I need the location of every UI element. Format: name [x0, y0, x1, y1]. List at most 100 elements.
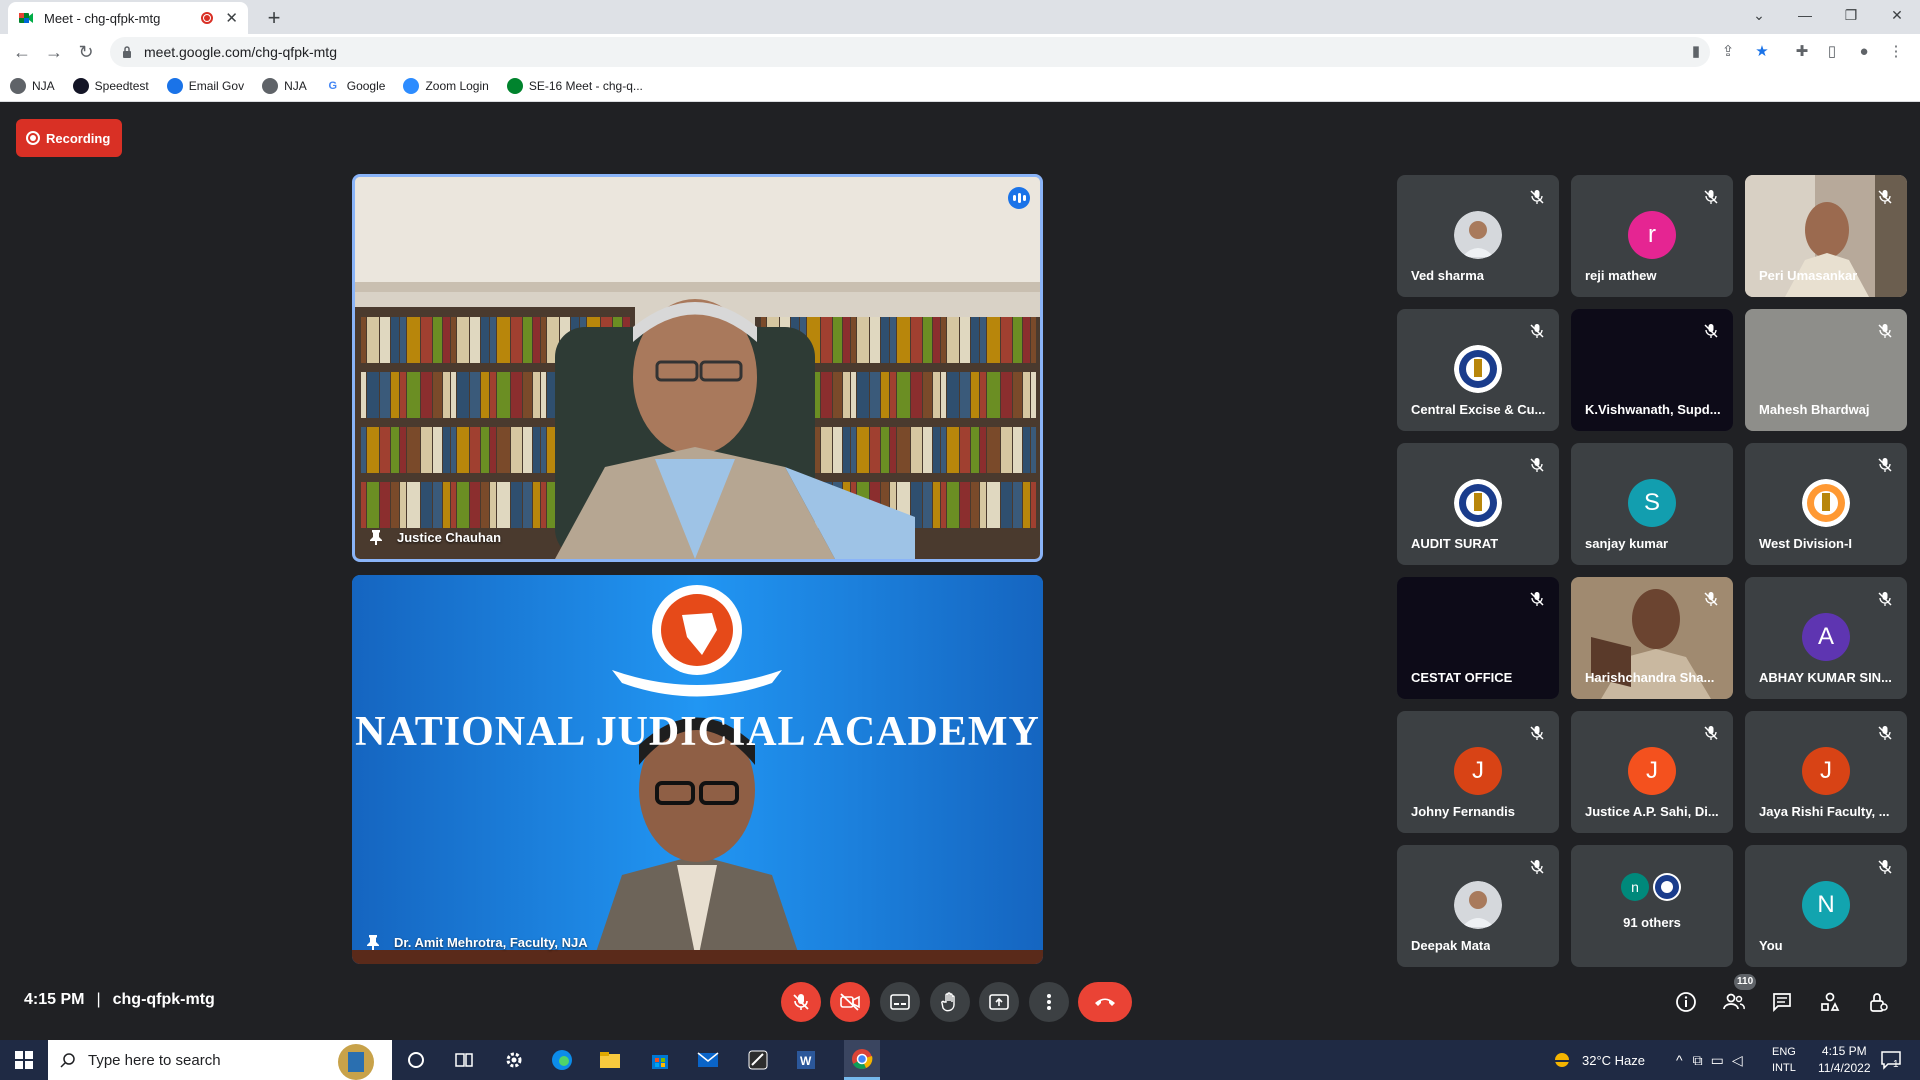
bookmark-item[interactable]: NJA [10, 77, 55, 94]
camera-off-button[interactable] [830, 982, 870, 1022]
participant-tile[interactable]: Deepak Mata [1397, 845, 1559, 967]
meet-favicon-icon [19, 13, 33, 23]
side-panel-icon[interactable]: ▯ [1822, 42, 1842, 62]
more-options-button[interactable] [1029, 982, 1069, 1022]
bookmark-item[interactable]: Email Gov [166, 77, 244, 94]
extensions-icon[interactable]: ✚ [1792, 42, 1812, 62]
chevron-up-icon[interactable]: ^ [1676, 1052, 1683, 1068]
mic-muted-icon [1529, 591, 1545, 607]
participant-tile[interactable]: J Justice A.P. Sahi, Di... [1571, 711, 1733, 833]
mail-icon[interactable] [696, 1048, 720, 1072]
sketch-app-icon[interactable] [746, 1048, 770, 1072]
network-icon[interactable]: ▭ [1711, 1052, 1724, 1069]
participant-tile[interactable]: Ssanjay kumar [1571, 443, 1733, 565]
chat-button[interactable] [1768, 988, 1796, 1016]
meet-tray-icon[interactable]: ⧉ [1693, 1052, 1703, 1069]
participant-name: Johny Fernandis [1411, 804, 1516, 819]
people-button[interactable] [1720, 988, 1748, 1016]
task-view-icon[interactable] [452, 1048, 476, 1072]
mic-muted-icon [1877, 591, 1893, 607]
forward-arrow-icon[interactable]: → [40, 38, 68, 66]
meeting-info-button[interactable] [1672, 988, 1700, 1016]
participant-tile[interactable]: r reji mathew [1571, 175, 1733, 297]
weather-text: 32°C Haze [1582, 1052, 1646, 1068]
participant-tile[interactable]: J Johny Fernandis [1397, 711, 1559, 833]
windows-start-icon[interactable] [12, 1048, 36, 1072]
restore-button[interactable]: ❐ [1828, 0, 1874, 30]
file-explorer-icon[interactable] [598, 1048, 622, 1072]
tab-search-icon[interactable]: ⌄ [1736, 0, 1782, 30]
reload-icon[interactable]: ↻ [72, 38, 100, 66]
clock-date: 11/4/2022 [1818, 1061, 1871, 1075]
haze-weather-icon [1555, 1053, 1569, 1067]
settings-gear-icon[interactable] [502, 1048, 526, 1072]
bookmark-star-icon[interactable]: ★ [1752, 42, 1772, 62]
participant-tile[interactable]: K.Vishwanath, Supd... [1571, 309, 1733, 431]
bookmark-item[interactable]: Speedtest [72, 77, 149, 94]
participant-name: Jaya Rishi Faculty, ... [1759, 804, 1890, 819]
share-icon[interactable]: ⇪ [1718, 42, 1738, 62]
mic-muted-icon [1529, 189, 1545, 205]
participant-tile[interactable]: AUDIT SURAT [1397, 443, 1559, 565]
participant-tile[interactable]: West Division-I [1745, 443, 1907, 565]
letter-avatar: n [1621, 873, 1649, 901]
participant-tile[interactable]: Harishchandra Sha... [1571, 577, 1733, 699]
weather-widget[interactable]: 32°C Haze [1552, 1040, 1645, 1080]
participant-tile[interactable]: J Jaya Rishi Faculty, ... [1745, 711, 1907, 833]
camera-blocked-icon[interactable]: ▮ [1686, 42, 1706, 62]
clock[interactable]: 4:15 PM 11/4/2022 [1818, 1040, 1871, 1080]
bookmark-item[interactable]: Zoom Login [403, 77, 489, 94]
notification-center[interactable]: 1 [1880, 1040, 1901, 1080]
participant-tile[interactable]: A ABHAY KUMAR SIN... [1745, 577, 1907, 699]
host-controls-button[interactable] [1864, 988, 1892, 1016]
mic-muted-icon [1703, 591, 1719, 607]
mic-muted-icon [1529, 323, 1545, 339]
participant-tile[interactable]: CESTAT OFFICE [1397, 577, 1559, 699]
back-arrow-icon[interactable]: ← [8, 38, 36, 66]
language-indicator[interactable]: ENG INTL [1772, 1040, 1796, 1080]
participant-tile[interactable]: Central Excise & Cu... [1397, 309, 1559, 431]
chrome-taskbar-icon[interactable] [844, 1040, 880, 1080]
store-icon[interactable] [648, 1048, 672, 1072]
letter-avatar: J [1454, 747, 1502, 795]
edge-browser-icon[interactable] [550, 1048, 574, 1072]
volume-icon[interactable]: ◁ [1732, 1052, 1743, 1069]
globe-icon [262, 77, 279, 94]
participant-tile[interactable]: Mahesh Bhardwaj [1745, 309, 1907, 431]
bookmark-item[interactable]: NJA [262, 77, 307, 94]
tray-icons[interactable]: ^ ⧉ ▭ ◁ [1676, 1040, 1743, 1080]
speaker-video-frame [355, 177, 1040, 559]
mic-off-button[interactable] [781, 982, 821, 1022]
lock-icon [123, 46, 131, 58]
main-video-tile-speaker[interactable]: Justice Chauhan [352, 174, 1043, 562]
new-tab-button[interactable]: + [260, 4, 288, 32]
bookmark-item[interactable]: G Google [324, 77, 385, 94]
tab-meet[interactable]: Meet - chg-qfpk-mtg ✕ [8, 2, 248, 34]
cortana-icon[interactable] [404, 1048, 428, 1072]
presenter-video-frame [352, 575, 1043, 964]
tab-close-button[interactable]: ✕ [225, 9, 238, 27]
address-bar[interactable]: meet.google.com/chg-qfpk-mtg [110, 37, 1710, 67]
activities-button[interactable] [1816, 988, 1844, 1016]
participant-tile[interactable]: Peri Umasankar [1745, 175, 1907, 297]
leave-call-button[interactable] [1078, 982, 1132, 1022]
main-video-tile-presenter[interactable]: NATIONAL JUDICIAL ACADEMY Dr. Amit Mehro… [352, 575, 1043, 964]
participant-tile[interactable]: N You [1745, 845, 1907, 967]
letter-avatar: A [1802, 613, 1850, 661]
minimize-button[interactable]: — [1782, 0, 1828, 30]
taskbar-search-box[interactable]: Type here to search [48, 1040, 392, 1080]
profile-avatar-icon[interactable]: ● [1854, 42, 1874, 62]
close-window-button[interactable]: ✕ [1874, 0, 1920, 30]
participant-tile[interactable]: n 91 others [1571, 845, 1733, 967]
present-screen-button[interactable] [979, 982, 1019, 1022]
present-icon [989, 994, 1009, 1010]
menu-kebab-icon[interactable]: ⋮ [1886, 42, 1906, 62]
participant-tile[interactable]: Ved sharma [1397, 175, 1559, 297]
letter-avatar: r [1628, 211, 1676, 259]
banner-text: NATIONAL JUDICIAL ACADEMY [355, 709, 1040, 755]
raise-hand-button[interactable] [930, 982, 970, 1022]
bookmark-item[interactable]: SE-16 Meet - chg-q... [506, 77, 643, 94]
word-icon[interactable]: W [794, 1048, 818, 1072]
recording-badge[interactable]: Recording [16, 119, 122, 157]
captions-button[interactable] [880, 982, 920, 1022]
